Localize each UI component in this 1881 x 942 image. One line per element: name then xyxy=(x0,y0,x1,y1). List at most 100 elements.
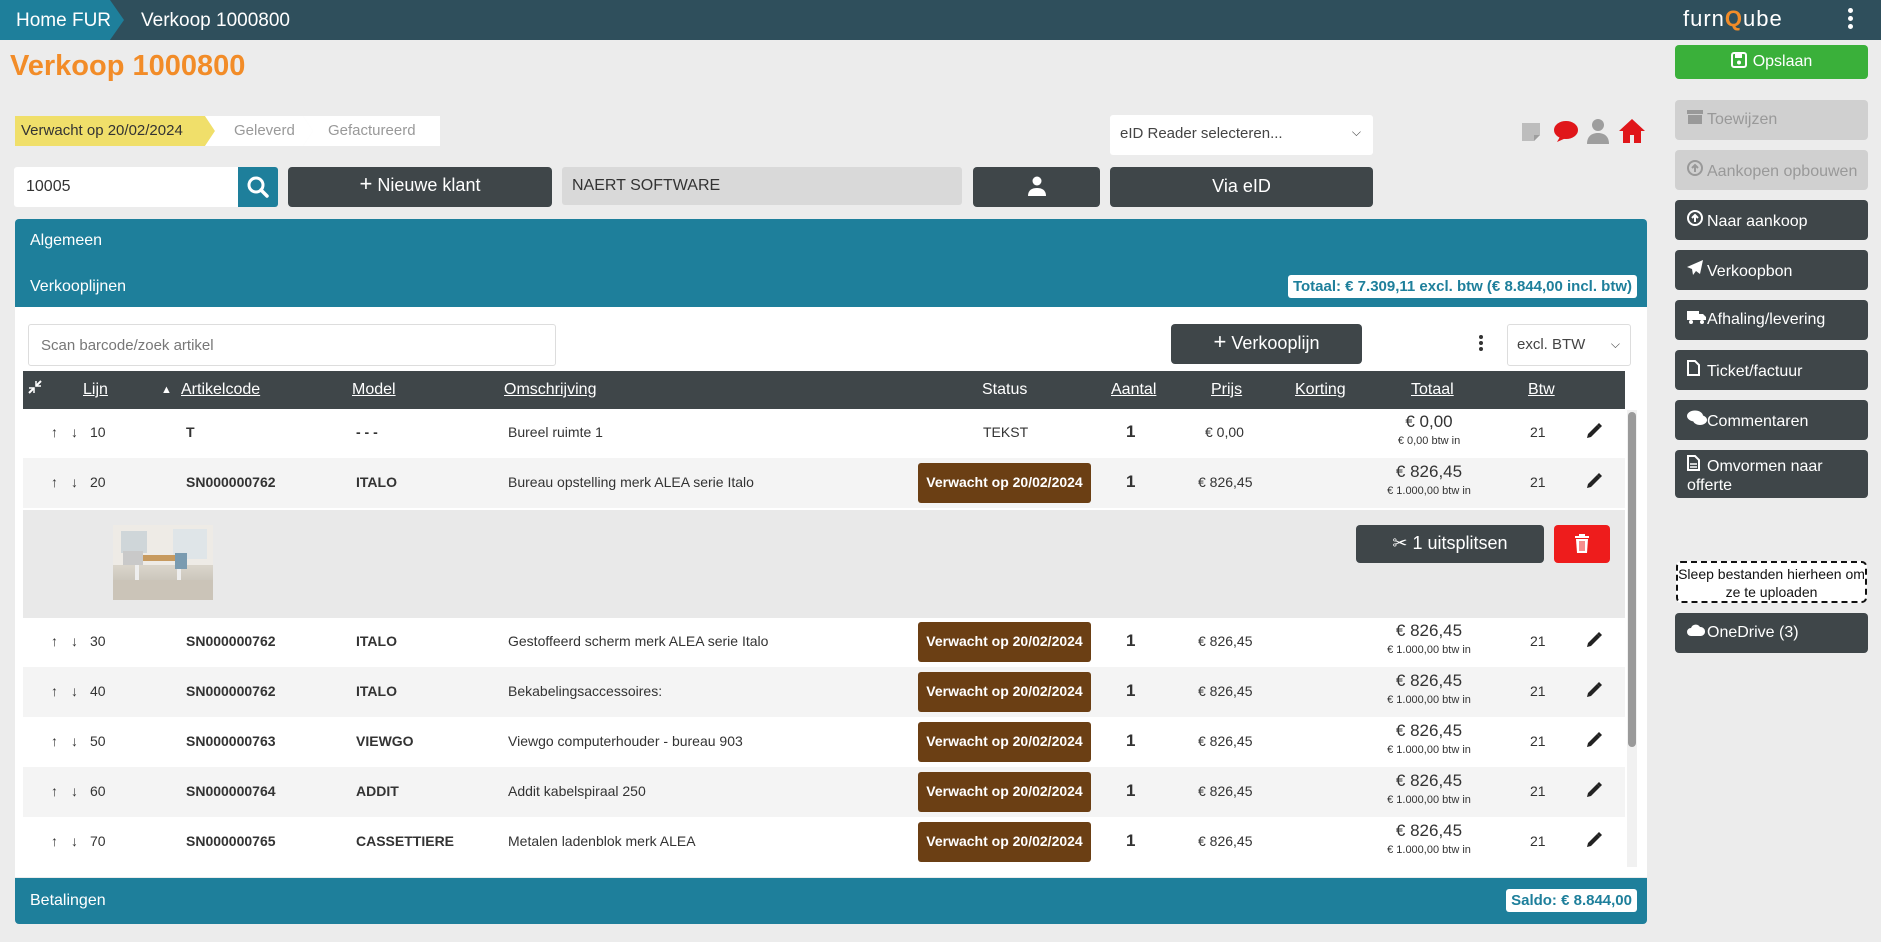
lines-more-icon[interactable] xyxy=(1476,334,1486,354)
section-algemeen[interactable]: Algemeen xyxy=(15,219,1647,264)
verkoopbon-label: Verkoopbon xyxy=(1707,263,1793,280)
naar-aankoop-button[interactable]: Naar aankoop xyxy=(1675,200,1868,240)
table-row[interactable]: ↑ ↓ 70 SN000000765 CASSETTIERE Metalen ladenb… xyxy=(23,817,1625,867)
customer-search-button[interactable] xyxy=(238,167,278,207)
edit-pencil-icon[interactable] xyxy=(1585,781,1603,802)
status-badge[interactable]: Verwacht op 20/02/2024 xyxy=(918,622,1091,662)
cell-artikelcode: T xyxy=(186,424,195,440)
logo-part: ube xyxy=(1743,6,1783,31)
breadcrumb-home[interactable]: Home FUR xyxy=(0,0,124,40)
th-aantal[interactable]: Aantal xyxy=(1111,381,1156,399)
section-betalingen[interactable]: Betalingen Saldo: € 8.844,00 xyxy=(15,878,1647,924)
plus-icon: + xyxy=(1213,329,1227,354)
status-badge[interactable]: Verwacht op 20/02/2024 xyxy=(918,772,1091,812)
commentaren-button[interactable]: Commentaren xyxy=(1675,400,1868,440)
cell-omschrijving: Gestoffeerd scherm merk ALEA serie Italo xyxy=(508,633,769,649)
home-icon[interactable] xyxy=(1618,118,1646,148)
move-up-icon[interactable]: ↑ xyxy=(51,783,58,799)
customer-number-input[interactable]: 10005 xyxy=(14,167,238,207)
move-down-icon[interactable]: ↓ xyxy=(71,833,78,849)
th-prijs[interactable]: Prijs xyxy=(1211,381,1242,399)
scan-barcode-input[interactable]: Scan barcode/zoek artikel xyxy=(28,324,556,366)
table-row[interactable]: ↑ ↓ 40 SN000000762 ITALO Bekabelingsaccessoir… xyxy=(23,667,1625,717)
cell-model: ITALO xyxy=(356,683,397,699)
th-totaal[interactable]: Totaal xyxy=(1411,381,1454,399)
cell-aantal: 1 xyxy=(1126,422,1136,441)
status-badge[interactable]: Verwacht op 20/02/2024 xyxy=(918,463,1091,503)
verkoopbon-button[interactable]: Verkoopbon xyxy=(1675,250,1868,290)
move-down-icon[interactable]: ↓ xyxy=(71,733,78,749)
cell-artikelcode: SN000000762 xyxy=(186,683,276,699)
lines-scrollbar[interactable] xyxy=(1627,410,1637,867)
edit-pencil-icon[interactable] xyxy=(1585,472,1603,493)
step-geleverd[interactable]: Geleverd xyxy=(205,116,313,146)
step-verwacht[interactable]: Verwacht op 20/02/2024 xyxy=(15,116,215,146)
move-up-icon[interactable]: ↑ xyxy=(51,633,58,649)
status-badge[interactable]: Verwacht op 20/02/2024 xyxy=(918,672,1091,712)
customer-detail-button[interactable] xyxy=(973,167,1100,207)
file-dropzone[interactable]: Sleep bestanden hierheen om ze te upload… xyxy=(1676,561,1867,603)
delete-line-button[interactable] xyxy=(1554,525,1610,563)
move-up-icon[interactable]: ↑ xyxy=(51,474,58,490)
more-menu-icon[interactable] xyxy=(1842,6,1858,34)
edit-pencil-icon[interactable] xyxy=(1585,631,1603,652)
via-eid-button[interactable]: Via eID xyxy=(1110,167,1373,207)
th-omschrijving[interactable]: Omschrijving xyxy=(504,381,596,399)
th-korting[interactable]: Korting xyxy=(1295,381,1346,399)
btw-select[interactable]: excl. BTW ⌵ xyxy=(1507,324,1631,366)
table-row[interactable]: ↑ ↓ 20 SN000000762 ITALO Bureau opstelling me… xyxy=(23,458,1625,508)
move-up-icon[interactable]: ↑ xyxy=(51,833,58,849)
cell-status: TEKST xyxy=(983,424,1029,440)
cell-omschrijving: Bureau opstelling merk ALEA serie Italo xyxy=(508,474,754,490)
status-badge[interactable]: Verwacht op 20/02/2024 xyxy=(918,722,1091,762)
table-row[interactable]: ↑ ↓ 60 SN000000764 ADDIT Addit kabelspiraal 2… xyxy=(23,767,1625,817)
omvormen-naar-offerte-button[interactable]: Omvormen naar offerte xyxy=(1675,450,1868,498)
table-row[interactable]: ↑ ↓ 30 SN000000762 ITALO Gestoffeerd scherm m… xyxy=(23,617,1625,667)
cell-omschrijving: Bekabelingsaccessoires: xyxy=(508,683,663,699)
save-button[interactable]: Opslaan xyxy=(1675,45,1868,79)
edit-pencil-icon[interactable] xyxy=(1585,731,1603,752)
furnqube-logo: furnQube xyxy=(1683,6,1783,32)
expanded-row-detail: ✂ 1 uitsplitsen xyxy=(23,510,1625,618)
cell-aantal: 1 xyxy=(1126,472,1136,491)
move-down-icon[interactable]: ↓ xyxy=(71,474,78,490)
move-down-icon[interactable]: ↓ xyxy=(71,683,78,699)
edit-pencil-icon[interactable] xyxy=(1585,422,1603,443)
th-lijn[interactable]: Lijn xyxy=(83,381,108,399)
note-icon[interactable] xyxy=(1520,121,1542,147)
table-row[interactable]: ↑ ↓ 10 T - - - Bureel ruimte 1 TEKST 1 € 0,00 € 0… xyxy=(23,408,1625,458)
th-artikelcode[interactable]: Artikelcode xyxy=(181,381,260,399)
section-verkooplijnen-label: Verkooplijnen xyxy=(30,278,127,295)
th-btw[interactable]: Btw xyxy=(1528,381,1555,399)
move-down-icon[interactable]: ↓ xyxy=(71,633,78,649)
edit-pencil-icon[interactable] xyxy=(1585,831,1603,852)
section-verkooplijnen[interactable]: Verkooplijnen Totaal: € 7.309,11 excl. b… xyxy=(15,264,1647,307)
afhaling-levering-button[interactable]: Afhaling/levering xyxy=(1675,300,1868,340)
aankopen-opbouwen-button: Aankopen opbouwen xyxy=(1675,150,1868,190)
status-badge[interactable]: Verwacht op 20/02/2024 xyxy=(918,822,1091,862)
move-down-icon[interactable]: ↓ xyxy=(71,783,78,799)
cell-prijs: € 826,45 xyxy=(1198,833,1253,849)
table-row[interactable]: ↑ ↓ 50 SN000000763 VIEWGO Viewgo computerhoud… xyxy=(23,717,1625,767)
naar-aankoop-label: Naar aankoop xyxy=(1707,213,1808,230)
step-gefactureerd[interactable]: Gefactureerd xyxy=(303,116,440,146)
new-client-button[interactable]: + Nieuwe klant xyxy=(288,167,552,207)
collapse-icon[interactable] xyxy=(28,380,42,399)
th-model[interactable]: Model xyxy=(352,381,396,399)
move-up-icon[interactable]: ↑ xyxy=(51,424,58,440)
toewijzen-button: Toewijzen xyxy=(1675,100,1868,140)
split-button[interactable]: ✂ 1 uitsplitsen xyxy=(1356,525,1544,563)
chevron-down-icon: ⌵ xyxy=(1610,337,1620,351)
comment-icon[interactable] xyxy=(1553,120,1579,148)
onedrive-button[interactable]: OneDrive (3) xyxy=(1675,613,1868,653)
edit-pencil-icon[interactable] xyxy=(1585,681,1603,702)
user-icon[interactable] xyxy=(1586,118,1610,148)
add-sales-line-button[interactable]: + Verkooplijn xyxy=(1171,324,1362,364)
move-down-icon[interactable]: ↓ xyxy=(71,424,78,440)
cell-model: CASSETTIERE xyxy=(356,833,455,849)
move-up-icon[interactable]: ↑ xyxy=(51,733,58,749)
ticket-factuur-button[interactable]: Ticket/factuur xyxy=(1675,350,1868,390)
eid-reader-select[interactable]: eID Reader selecteren... ⌵ xyxy=(1110,115,1373,155)
circle-arrow-up-icon xyxy=(1687,160,1707,181)
move-up-icon[interactable]: ↑ xyxy=(51,683,58,699)
